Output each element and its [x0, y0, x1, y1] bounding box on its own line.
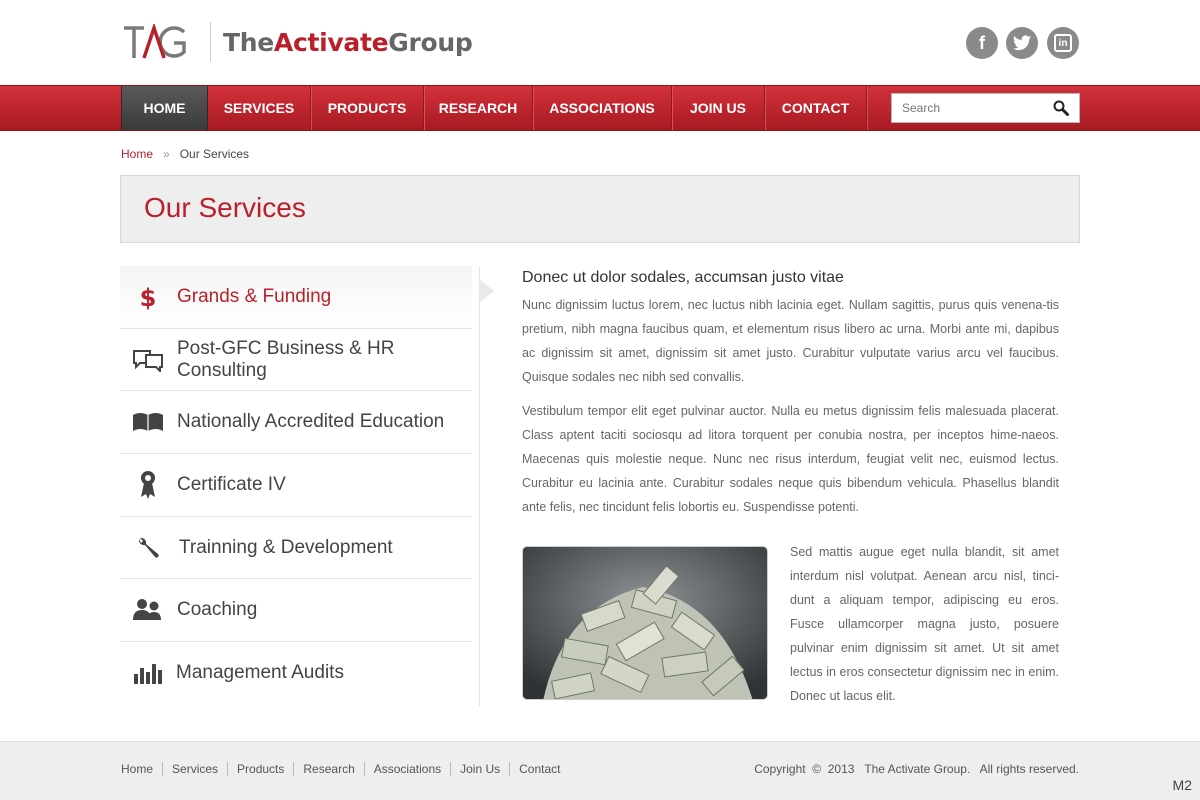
chat-bubbles-icon: [132, 346, 164, 374]
sidebar-item-accredited-education[interactable]: Nationally Accredited Education: [120, 391, 472, 455]
footer-links: Home Services Products Research Associat…: [121, 762, 570, 776]
footer-link-home[interactable]: Home: [121, 762, 162, 776]
footer-link-services[interactable]: Services: [162, 762, 227, 776]
twitter-button[interactable]: [1006, 27, 1038, 59]
sidebar-item-management-audits[interactable]: Management Audits: [120, 642, 472, 705]
sidebar-item-coaching[interactable]: Coaching: [120, 579, 472, 643]
svg-text:$: $: [140, 284, 157, 310]
footer-link-associations[interactable]: Associations: [363, 762, 450, 776]
sidebar-item-hr-consulting[interactable]: Post-GFC Business & HR Consulting: [120, 329, 472, 392]
logo-text: TheActivateGroup: [223, 27, 473, 57]
footer-link-research[interactable]: Research: [293, 762, 363, 776]
search-box: [891, 93, 1080, 123]
sidebar-item-label: Nationally Accredited Education: [177, 411, 445, 433]
money-pile-image: [522, 546, 768, 700]
footer-link-join-us[interactable]: Join Us: [450, 762, 509, 776]
sidebar-divider: [479, 266, 480, 706]
sidebar-item-label: Trainning & Development: [179, 536, 393, 558]
sidebar-item-label: Grands & Funding: [177, 285, 332, 307]
sidebar-item-label: Coaching: [177, 599, 258, 621]
linkedin-icon: in: [1054, 34, 1072, 52]
version-badge: M2: [1172, 777, 1192, 793]
sidebar-item-grants-funding[interactable]: $ Grands & Funding: [120, 266, 472, 329]
footer-link-contact[interactable]: Contact: [509, 762, 569, 776]
content-paragraph: Sed mattis augue eget nulla blandit, sit…: [790, 545, 1059, 703]
facebook-button[interactable]: f: [966, 27, 998, 59]
bar-chart-icon: [132, 659, 164, 687]
nav-home[interactable]: HOME: [121, 86, 208, 130]
logo-mark: [122, 22, 211, 62]
open-book-icon: [132, 408, 164, 436]
nav-research[interactable]: RESEARCH: [424, 86, 533, 130]
sidebar-item-label: Post-GFC Business & HR Consulting: [177, 337, 395, 381]
content-heading: Donec ut dolor sodales, accumsan justo v…: [522, 269, 844, 286]
award-ribbon-icon: [132, 470, 164, 499]
nav-services[interactable]: SERVICES: [208, 86, 311, 130]
footer: Home Services Products Research Associat…: [0, 741, 1200, 800]
content-paragraph: Nunc dignissim luctus lorem, nec luctus …: [522, 298, 1059, 384]
page-title-bar: Our Services: [120, 175, 1080, 243]
sidebar-item-training-development[interactable]: Trainning & Development: [120, 517, 472, 580]
main-content: Donec ut dolor sodales, accumsan justo v…: [522, 266, 1059, 703]
active-pointer: [479, 279, 494, 303]
header: TheActivateGroup f in: [0, 0, 1200, 85]
main-nav: HOME SERVICES PRODUCTS RESEARCH ASSOCIAT…: [0, 85, 1200, 131]
people-icon: [132, 596, 164, 624]
twitter-icon: [1013, 35, 1031, 51]
breadcrumb-current: Our Services: [179, 147, 250, 161]
wrench-icon: [132, 534, 164, 562]
nav-contact[interactable]: CONTACT: [765, 86, 867, 130]
services-sidebar: $ Grands & Funding Post-GFC Business & H…: [120, 266, 472, 705]
search-input[interactable]: [892, 94, 1042, 122]
dollar-icon: $: [132, 283, 164, 311]
breadcrumb-home-link[interactable]: Home: [121, 147, 153, 161]
linkedin-button[interactable]: in: [1047, 27, 1079, 59]
sidebar-item-label: Management Audits: [176, 662, 344, 684]
logo[interactable]: TheActivateGroup: [122, 22, 473, 62]
nav-products[interactable]: PRODUCTS: [311, 86, 424, 130]
breadcrumb-separator: »: [163, 147, 170, 161]
nav-associations[interactable]: ASSOCIATIONS: [533, 86, 672, 130]
sidebar-item-certificate-iv[interactable]: Certificate IV: [120, 454, 472, 517]
content-paragraph: Vestibulum tempor elit eget pulvinar auc…: [522, 404, 1059, 514]
footer-link-products[interactable]: Products: [227, 762, 293, 776]
breadcrumb: Home » Our Services: [121, 147, 249, 161]
nav-join-us[interactable]: JOIN US: [672, 86, 765, 130]
search-icon[interactable]: [1053, 100, 1069, 116]
copyright: Copyright © 2013 The Activate Group. All…: [754, 762, 1079, 776]
tag-logo-icon: [124, 24, 186, 59]
sidebar-item-label: Certificate IV: [177, 473, 286, 495]
page-title: Our Services: [144, 192, 306, 223]
facebook-icon: f: [979, 32, 985, 53]
